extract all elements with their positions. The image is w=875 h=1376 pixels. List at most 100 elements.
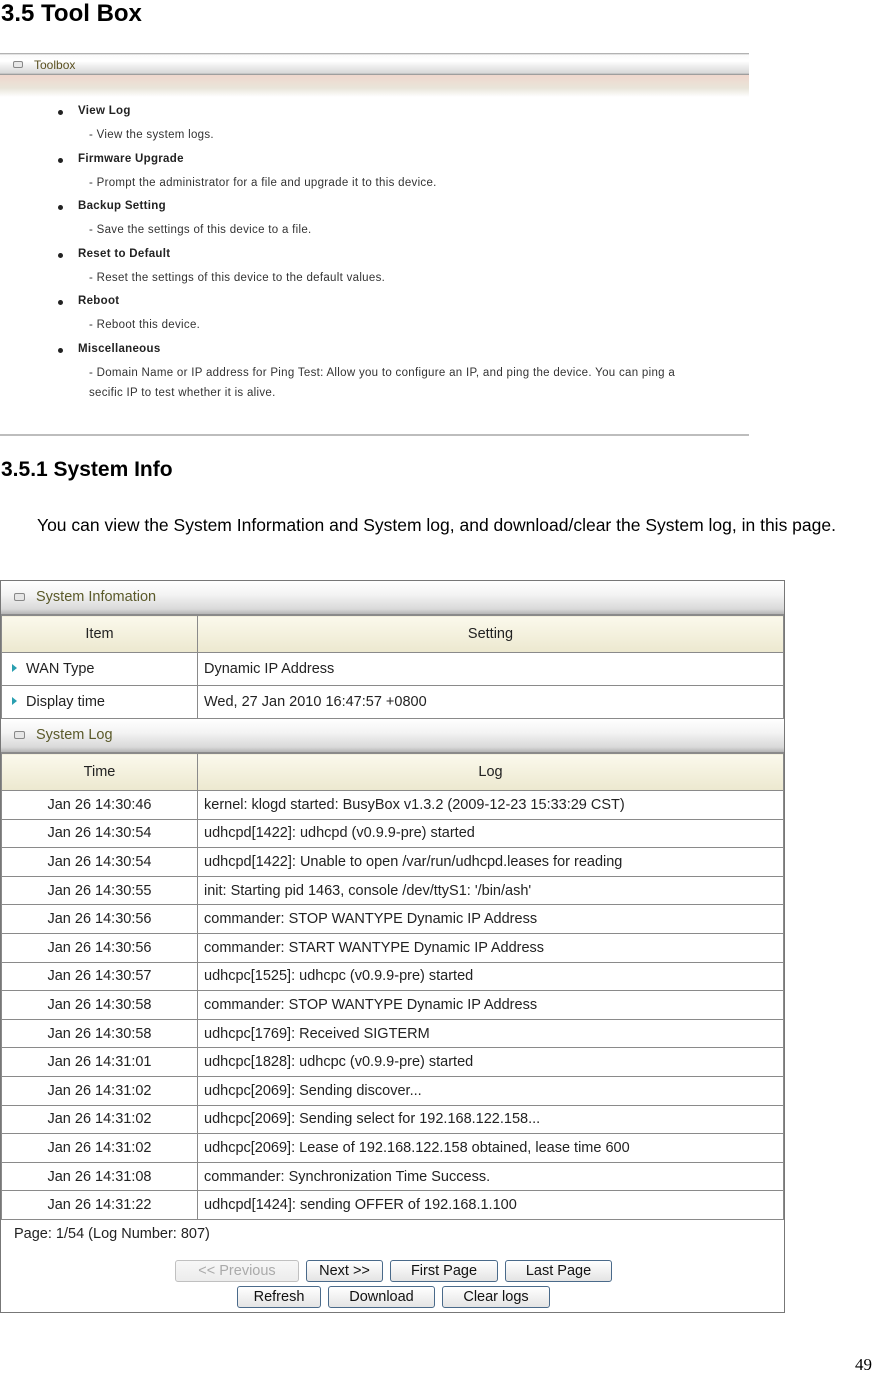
info-value-cell: Wed, 27 Jan 2010 16:47:57 +0800 — [197, 685, 784, 719]
toolbox-item-label: Miscellaneous — [78, 342, 161, 355]
system-log-table: Time Log Jan 26 14:30:46 kernel: klogd st… — [1, 753, 784, 1220]
log-time: Jan 26 14:31:02 — [1, 1075, 198, 1106]
log-time: Jan 26 14:30:58 — [1, 1018, 198, 1049]
last-page-button[interactable]: Last Page — [505, 1259, 612, 1282]
toolbox-item-firmware-upgrade: Firmware Upgrade - Prompt the administra… — [0, 149, 749, 197]
table-row: Jan 26 14:31:01 udhcpc[1828]: udhcpc (v0.… — [1, 1047, 784, 1077]
table-row: Jan 26 14:30:58 commander: STOP WANTYPE D… — [1, 990, 784, 1020]
toolbox-item-desc: - Save the settings of this device to a … — [89, 224, 312, 236]
table-row: Jan 26 14:30:56 commander: START WANTYPE … — [1, 932, 784, 963]
log-pager: Page: 1/54 (Log Number: 807) << Previous… — [1, 1220, 784, 1316]
bullet-icon — [58, 347, 63, 353]
log-time: Jan 26 14:30:56 — [1, 932, 198, 963]
table-row: Jan 26 14:31:02 udhcpc[2069]: Lease of 19… — [1, 1133, 784, 1163]
table-row: Jan 26 14:30:57 udhcpc[1525]: udhcpc (v0.… — [1, 961, 784, 992]
log-message: udhcpd[1422]: Unable to open /var/run/ud… — [197, 847, 784, 877]
arrow-right-icon — [12, 664, 17, 672]
column-header-setting: Setting — [197, 615, 784, 653]
bullet-icon — [58, 110, 63, 115]
first-page-button[interactable]: First Page — [390, 1259, 498, 1282]
toolbox-item-reboot: Reboot - Reboot this device. — [0, 291, 749, 339]
log-message: commander: STOP WANTYPE Dynamic IP Addre… — [197, 990, 784, 1020]
table-row: Jan 26 14:31:02 udhcpc[2069]: Sending sel… — [1, 1104, 784, 1135]
toolbox-item-reset-default: Reset to Default - Reset the settings of… — [0, 244, 749, 292]
section-heading: 3.5 Tool Box — [1, 0, 142, 27]
log-time: Jan 26 14:30:55 — [1, 875, 198, 906]
toolbox-item-desc: - Reset the settings of this device to t… — [89, 271, 386, 284]
info-item-label: WAN Type — [26, 661, 95, 677]
log-time: Jan 26 14:31:02 — [1, 1133, 198, 1163]
log-time: Jan 26 14:31:22 — [1, 1190, 198, 1220]
toolbox-item-desc: - View the system logs. — [89, 129, 214, 141]
bullet-icon — [58, 252, 63, 258]
bullet-icon — [58, 157, 63, 163]
log-message: udhcpd[1422]: udhcpd (v0.9.9-pre) starte… — [197, 818, 784, 849]
info-item-label: Display time — [26, 694, 105, 710]
table-row: Jan 26 14:30:46 kernel: klogd started: Bu… — [1, 790, 784, 820]
toolbox-band — [0, 75, 749, 97]
log-time: Jan 26 14:30:46 — [1, 790, 198, 820]
column-header-time: Time — [1, 753, 198, 791]
refresh-button[interactable]: Refresh — [237, 1285, 321, 1308]
log-message: kernel: klogd started: BusyBox v1.3.2 (2… — [197, 790, 784, 820]
info-value-cell: Dynamic IP Address — [197, 652, 784, 686]
table-row: WAN Type Dynamic IP Address — [1, 652, 784, 686]
info-item-cell: Display time — [1, 685, 198, 719]
log-message: udhcpc[2069]: Lease of 192.168.122.158 o… — [197, 1133, 784, 1163]
toolbox-item-miscellaneous: Miscellaneous - Domain Name or IP addres… — [0, 339, 749, 399]
column-header-item: Item — [1, 615, 198, 653]
log-time: Jan 26 14:31:08 — [1, 1161, 198, 1192]
toolbox-list: View Log - View the system logs. Firmwar… — [0, 101, 749, 399]
toolbox-item-view-log: View Log - View the system logs. — [0, 101, 749, 149]
info-item-cell: WAN Type — [1, 652, 198, 686]
toolbox-item-label: Reset to Default — [78, 247, 171, 260]
system-info-title: System Infomation — [36, 589, 157, 605]
log-message: udhcpc[1525]: udhcpc (v0.9.9-pre) starte… — [197, 961, 784, 992]
table-row: Jan 26 14:31:02 udhcpc[2069]: Sending dis… — [1, 1075, 784, 1106]
system-info-panel: System Infomation Item Setting WAN Type … — [0, 580, 785, 1313]
table-row: Jan 26 14:30:56 commander: STOP WANTYPE D… — [1, 904, 784, 934]
toolbox-item-backup-setting: Backup Setting - Save the settings of th… — [0, 196, 749, 244]
table-row: Jan 26 14:30:54 udhcpd[1422]: udhcpd (v0.… — [1, 818, 784, 849]
toolbox-item-label: Firmware Upgrade — [78, 152, 184, 165]
log-time: Jan 26 14:30:58 — [1, 990, 198, 1020]
toolbox-item-label: Backup Setting — [78, 200, 166, 212]
toolbox-panel: Toolbox View Log - View the system logs.… — [0, 53, 749, 436]
table-row: Jan 26 14:30:54 udhcpd[1422]: Unable to o… — [1, 847, 784, 877]
toolbox-item-desc: - Domain Name or IP address for Ping Tes… — [89, 366, 676, 399]
system-log-header: System Log — [1, 719, 784, 753]
system-log-title: System Log — [36, 727, 113, 743]
log-time: Jan 26 14:30:54 — [1, 818, 198, 849]
log-message: commander: START WANTYPE Dynamic IP Addr… — [197, 932, 784, 963]
toolbox-item-label: Reboot — [78, 295, 120, 307]
table-row: Jan 26 14:30:55 init: Starting pid 1463, … — [1, 875, 784, 906]
panel-box-icon — [14, 731, 25, 739]
log-time: Jan 26 14:30:54 — [1, 847, 198, 877]
log-time: Jan 26 14:31:02 — [1, 1104, 198, 1135]
log-time: Jan 26 14:30:57 — [1, 961, 198, 992]
next-button[interactable]: Next >> — [306, 1259, 383, 1282]
log-time: Jan 26 14:30:56 — [1, 904, 198, 934]
system-info-table: Item Setting WAN Type Dynamic IP Address… — [1, 615, 784, 719]
clear-logs-button[interactable]: Clear logs — [442, 1285, 550, 1308]
log-message: udhcpd[1424]: sending OFFER of 192.168.1… — [197, 1190, 784, 1220]
log-message: udhcpc[1769]: Received SIGTERM — [197, 1018, 784, 1049]
log-message: udhcpc[2069]: Sending select for 192.168… — [197, 1104, 784, 1135]
download-button[interactable]: Download — [328, 1285, 435, 1308]
page-info: Page: 1/54 (Log Number: 807) — [14, 1225, 210, 1242]
previous-button[interactable]: << Previous — [175, 1259, 299, 1282]
log-message: commander: STOP WANTYPE Dynamic IP Addre… — [197, 904, 784, 934]
table-row: Display time Wed, 27 Jan 2010 16:47:57 +… — [1, 685, 784, 719]
bullet-icon — [58, 205, 63, 210]
page-number: 49 — [855, 1355, 872, 1374]
log-message: commander: Synchronization Time Success. — [197, 1161, 784, 1192]
bullet-icon — [58, 300, 63, 305]
table-row: Jan 26 14:31:08 commander: Synchronizatio… — [1, 1161, 784, 1192]
toolbox-title: Toolbox — [34, 58, 76, 72]
panel-box-icon — [14, 593, 25, 601]
log-message: udhcpc[2069]: Sending discover... — [197, 1075, 784, 1106]
table-row: Jan 26 14:30:58 udhcpc[1769]: Received SI… — [1, 1018, 784, 1049]
toolbox-item-desc: - Prompt the administrator for a file an… — [89, 176, 437, 189]
panel-box-icon — [13, 61, 23, 68]
description-paragraph: You can view the System Information and … — [37, 515, 836, 535]
